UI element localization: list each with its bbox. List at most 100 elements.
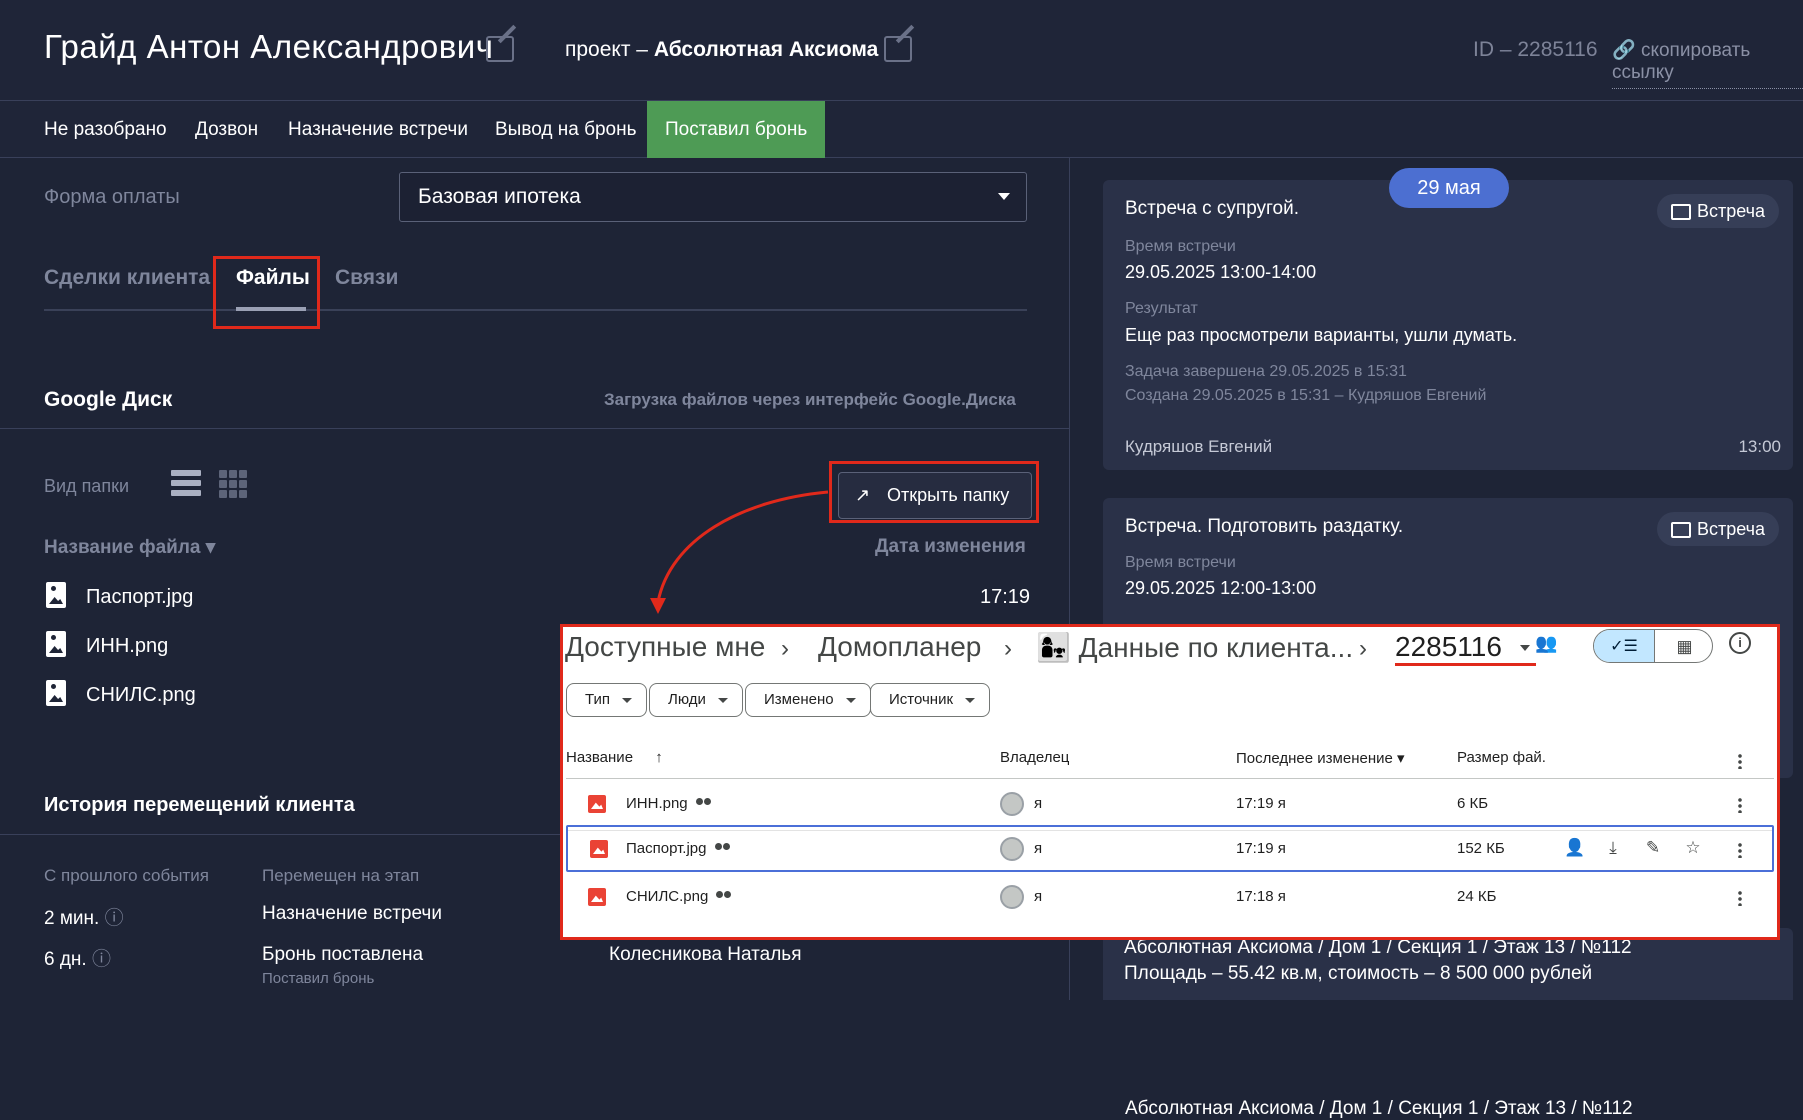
tab-client-deals[interactable]: Сделки клиента	[44, 266, 210, 290]
edit-project-icon[interactable]	[884, 36, 912, 62]
stage-tab-booked[interactable]: Поставил бронь	[647, 101, 826, 158]
breadcrumb-shared[interactable]: Доступные мне	[565, 631, 765, 663]
meeting-badge[interactable]: Встреча	[1656, 512, 1779, 546]
file-name[interactable]: Паспорт.jpg	[86, 586, 193, 609]
card-time: 13:00	[1738, 437, 1781, 456]
tab-links[interactable]: Связи	[335, 266, 398, 290]
time-label: Время встречи	[1125, 554, 1236, 571]
booking-line-1: Абсолютная Аксиома / Дом 1 / Секция 1 / …	[1125, 1098, 1633, 1119]
list-view-icon[interactable]	[171, 470, 201, 496]
col-owner[interactable]: Владелец	[1000, 749, 1069, 766]
share-people-icon[interactable]: 👥	[1535, 633, 1557, 654]
date-pill: 29 мая	[1389, 168, 1509, 208]
table-row[interactable]: Паспорт.jpg я 17:19 я 152 КБ 👤 ⤓ ✎ ☆	[566, 825, 1774, 872]
avatar	[1000, 837, 1024, 861]
row-owner: я	[1034, 840, 1043, 857]
filter-people[interactable]: Люди	[649, 683, 743, 717]
row-owner: я	[1034, 888, 1043, 905]
table-row[interactable]: ИНН.png я 17:19 я 6 КБ	[566, 779, 1774, 831]
history-since: 2 мин. ⓘ	[44, 903, 124, 930]
info-icon[interactable]: i	[1729, 632, 1751, 654]
image-file-icon	[46, 631, 66, 657]
col-file-name-label: Название файла	[44, 537, 201, 558]
col-file-name[interactable]: Название файла ▾	[44, 536, 215, 559]
card-title: Встреча. Подготовить раздатку.	[1125, 516, 1404, 537]
project-prefix: проект –	[565, 38, 654, 61]
payment-label: Форма оплаты	[44, 186, 180, 208]
col-last-modified-label: Последнее изменение	[1236, 750, 1393, 767]
add-person-icon[interactable]: 👤	[1564, 838, 1585, 858]
highlight-box	[829, 461, 1039, 523]
chevron-down-icon	[998, 193, 1010, 200]
col-file-size[interactable]: Размер фай.	[1457, 749, 1546, 766]
payment-select[interactable]: Базовая ипотека	[399, 172, 1027, 222]
breadcrumb-current-folder[interactable]: 2285116	[1395, 631, 1536, 666]
row-modified: 17:19 я	[1236, 795, 1286, 812]
file-name[interactable]: СНИЛС.png	[86, 684, 196, 707]
stage-tab-calling[interactable]: Дозвон	[195, 101, 258, 158]
history-user: Колесникова Наталья	[609, 944, 802, 965]
edit-name-icon[interactable]	[486, 36, 514, 62]
image-file-icon	[590, 840, 608, 858]
filter-type[interactable]: Тип	[566, 683, 648, 717]
google-drive-panel: Доступные мне › Домопланер › 👩‍👧 Данные …	[560, 624, 1780, 940]
history-col-since: С прошлого события	[44, 866, 209, 885]
filter-modified[interactable]: Изменено	[745, 683, 871, 717]
shared-icon	[716, 891, 732, 901]
grid-view-icon[interactable]	[219, 470, 247, 498]
highlight-box	[213, 256, 320, 329]
row-modified: 17:19 я	[1236, 840, 1286, 857]
task-created: Создана 29.05.2025 в 15:31 – Кудряшов Ев…	[1125, 387, 1487, 404]
col-modified-date: Дата изменения	[875, 536, 1026, 557]
stage-tab-unsorted[interactable]: Не разобрано	[44, 101, 167, 158]
list-view-icon[interactable]: ✓☰	[1594, 630, 1654, 662]
file-date: 17:19	[980, 586, 1031, 608]
stage-tab-booking-out[interactable]: Вывод на бронь	[495, 101, 636, 158]
stage-tab-meeting[interactable]: Назначение встречи	[288, 101, 468, 158]
history-title: История перемещений клиента	[44, 794, 355, 816]
help-icon[interactable]: ⓘ	[105, 908, 124, 929]
col-last-modified[interactable]: Последнее изменение ▾	[1236, 749, 1405, 767]
meeting-badge[interactable]: Встреча	[1656, 194, 1779, 228]
result-value: Еще раз просмотрели варианты, ушли думат…	[1125, 325, 1518, 345]
project-label: проект – Абсолютная Аксиома	[565, 38, 878, 62]
breadcrumb-client-data[interactable]: 👩‍👧 Данные по клиента...	[1036, 631, 1353, 664]
pointer-arrow	[650, 490, 829, 614]
copy-link[interactable]: 🔗 скопировать ссылку	[1612, 38, 1803, 89]
history-since-value: 6 дн.	[44, 949, 87, 970]
file-name[interactable]: ИНН.png	[86, 635, 168, 658]
view-toggle: ✓☰ ▦	[1593, 629, 1713, 663]
download-icon[interactable]: ⤓	[1603, 838, 1623, 858]
history-col-stage: Перемещен на этап	[262, 866, 420, 885]
time-value: 29.05.2025 13:00-14:00	[1125, 262, 1317, 282]
row-size: 6 КБ	[1457, 795, 1489, 812]
row-owner: я	[1034, 795, 1043, 812]
card-title: Встреча с супругой.	[1125, 198, 1300, 219]
image-file-icon	[46, 582, 66, 608]
more-vert-icon[interactable]	[1738, 890, 1742, 906]
help-icon[interactable]: ⓘ	[92, 949, 111, 970]
breadcrumb-domoplaner[interactable]: Домопланер	[818, 631, 981, 663]
folder-view-label: Вид папки	[44, 476, 129, 496]
history-since: 6 дн. ⓘ	[44, 944, 111, 971]
col-name[interactable]: Название ↑	[566, 749, 663, 766]
image-file-icon	[588, 888, 606, 906]
more-vert-icon[interactable]	[1738, 753, 1742, 769]
booking-address: Абсолютная Аксиома / Дом 1 / Секция 1 / …	[1124, 937, 1632, 958]
filter-source[interactable]: Источник	[870, 683, 991, 717]
rename-icon[interactable]: ✎	[1643, 838, 1663, 858]
top-bar: Грайд Антон Александрович проект – Абсол…	[0, 0, 1803, 101]
history-substage: Поставил бронь	[262, 970, 375, 987]
more-vert-icon[interactable]	[1738, 797, 1742, 813]
image-file-icon	[46, 680, 66, 706]
table-row[interactable]: СНИЛС.png я 17:18 я 24 КБ	[566, 872, 1774, 924]
grid-view-icon[interactable]: ▦	[1654, 630, 1712, 662]
more-vert-icon[interactable]	[1738, 842, 1742, 858]
avatar	[1000, 792, 1024, 816]
star-icon[interactable]: ☆	[1683, 838, 1703, 858]
time-value: 29.05.2025 12:00-13:00	[1125, 578, 1317, 598]
client-name: Грайд Антон Александрович	[44, 28, 494, 65]
caret-down-icon: ▾	[1397, 750, 1405, 767]
google-drive-title: Google Диск	[44, 388, 173, 411]
history-stage: Бронь поставлена	[262, 944, 424, 965]
